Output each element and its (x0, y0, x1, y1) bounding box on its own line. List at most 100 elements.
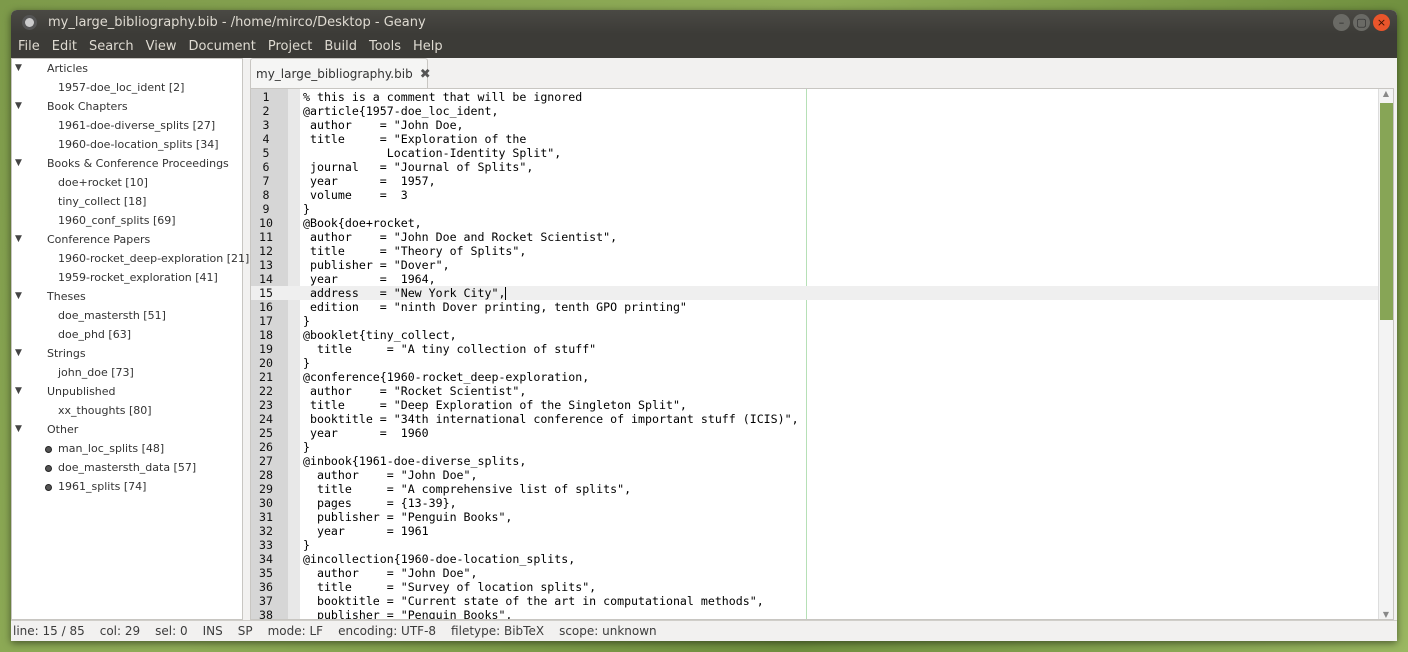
line-text: journal = "Journal of Splits", (303, 160, 534, 174)
code-line[interactable]: 15 address = "New York City", (251, 286, 1379, 300)
sidebar-item[interactable]: doe_mastersth_data [57] (12, 458, 242, 477)
code-line[interactable]: 3 author = "John Doe, (251, 118, 1379, 132)
menu-help[interactable]: Help (407, 39, 449, 54)
line-text: @inbook{1961-doe-diverse_splits, (303, 454, 527, 468)
expander-triangle-icon[interactable]: ▼ (15, 420, 22, 439)
code-line[interactable]: 1 % this is a comment that will be ignore… (251, 90, 1379, 104)
sidebar-item[interactable]: john_doe [73] (12, 363, 242, 382)
sidebar-item[interactable]: man_loc_splits [48] (12, 439, 242, 458)
code-line[interactable]: 31 publisher = "Penguin Books", (251, 510, 1379, 524)
minimize-button[interactable]: – (1333, 13, 1350, 31)
window-menu-icon[interactable] (25, 17, 34, 27)
expander-triangle-icon[interactable]: ▼ (15, 382, 22, 401)
code-line[interactable]: 9} (251, 202, 1379, 216)
menu-view[interactable]: View (140, 39, 183, 54)
menu-tools[interactable]: Tools (363, 39, 407, 54)
sidebar-group[interactable]: ▼ Conference Papers (12, 230, 242, 249)
sidebar-group[interactable]: ▼ Books & Conference Proceedings (12, 154, 242, 173)
scroll-down-icon[interactable]: ▼ (1379, 610, 1393, 619)
tab-my-large-bibliography[interactable]: my_large_bibliography.bib ✖ (250, 58, 431, 89)
close-button[interactable]: × (1373, 13, 1390, 31)
sidebar-group[interactable]: ▼ Unpublished (12, 382, 242, 401)
sidebar-item[interactable]: 1961-doe-diverse_splits [27] (12, 116, 242, 135)
code-line[interactable]: 36 title = "Survey of location splits", (251, 580, 1379, 594)
code-line[interactable]: 6 journal = "Journal of Splits", (251, 160, 1379, 174)
expander-triangle-icon[interactable]: ▼ (15, 154, 22, 173)
code-line[interactable]: 8 volume = 3 (251, 188, 1379, 202)
code-line[interactable]: 37 booktitle = "Current state of the art… (251, 594, 1379, 608)
code-line[interactable]: 26} (251, 440, 1379, 454)
code-line[interactable]: 20} (251, 356, 1379, 370)
code-line[interactable]: 4 title = "Exploration of the (251, 132, 1379, 146)
code-line[interactable]: 24 booktitle = "34th international confe… (251, 412, 1379, 426)
menu-edit[interactable]: Edit (46, 39, 83, 54)
menu-file[interactable]: File (12, 39, 46, 54)
code-line[interactable]: 16 edition = "ninth Dover printing, tent… (251, 300, 1379, 314)
code-line[interactable]: 35 author = "John Doe", (251, 566, 1379, 580)
sidebar-item[interactable]: 1960-doe-location_splits [34] (12, 135, 242, 154)
group-label: Theses (47, 290, 86, 303)
code-line[interactable]: 29 title = "A comprehensive list of spli… (251, 482, 1379, 496)
menu-build[interactable]: Build (318, 39, 363, 54)
tab-close-icon[interactable]: ✖ (420, 67, 431, 82)
code-line[interactable]: 5 Location-Identity Split", (251, 146, 1379, 160)
code-line[interactable]: 28 author = "John Doe", (251, 468, 1379, 482)
expander-triangle-icon[interactable]: ▼ (15, 59, 22, 78)
code-editor[interactable]: 1 % this is a comment that will be ignore… (250, 88, 1394, 620)
sidebar-item[interactable]: 1960-rocket_deep-exploration [21] (12, 249, 249, 268)
line-text: % this is a comment that will be ignored (303, 90, 583, 104)
status-sel: sel: 0 (155, 624, 188, 638)
line-text: author = "Rocket Scientist", (303, 384, 527, 398)
window-title: my_large_bibliography.bib - /home/mirco/… (48, 14, 426, 30)
scrollbar-thumb[interactable] (1380, 103, 1393, 320)
sidebar-item[interactable]: xx_thoughts [80] (12, 401, 242, 420)
code-line[interactable]: 30 pages = {13-39}, (251, 496, 1379, 510)
code-line[interactable]: 10 @Book{doe+rocket, (251, 216, 1379, 230)
sidebar-group[interactable]: ▼ Other (12, 420, 242, 439)
vertical-scrollbar[interactable]: ▲ ▼ (1378, 89, 1393, 619)
sidebar-group[interactable]: ▼ Theses (12, 287, 242, 306)
code-line[interactable]: 25 year = 1960 (251, 426, 1379, 440)
code-line[interactable]: 18 @booklet{tiny_collect, (251, 328, 1379, 342)
code-line[interactable]: 11 author = "John Doe and Rocket Scienti… (251, 230, 1379, 244)
sidebar-group[interactable]: ▼ Book Chapters (12, 97, 242, 116)
sidebar-item[interactable]: doe+rocket [10] (12, 173, 242, 192)
code-line[interactable]: 7 year = 1957, (251, 174, 1379, 188)
sidebar-item[interactable]: tiny_collect [18] (12, 192, 242, 211)
expander-triangle-icon[interactable]: ▼ (15, 230, 22, 249)
code-line[interactable]: 21 @conference{1960-rocket_deep-explorati… (251, 370, 1379, 384)
sidebar-item[interactable]: 1960_conf_splits [69] (12, 211, 242, 230)
code-line[interactable]: 27 @inbook{1961-doe-diverse_splits, (251, 454, 1379, 468)
expander-triangle-icon[interactable]: ▼ (15, 287, 22, 306)
code-line[interactable]: 19 title = "A tiny collection of stuff" (251, 342, 1379, 356)
sidebar-group[interactable]: ▼ Strings (12, 344, 242, 363)
code-line[interactable]: 32 year = 1961 (251, 524, 1379, 538)
status-mode: mode: LF (267, 624, 324, 638)
sidebar-group[interactable]: ▼ Articles (12, 59, 242, 78)
line-text: pages = {13-39}, (303, 496, 457, 510)
sidebar-item[interactable]: 1957-doe_loc_ident [2] (12, 78, 242, 97)
sidebar-item[interactable]: 1959-rocket_exploration [41] (12, 268, 242, 287)
sidebar-item[interactable]: doe_mastersth [51] (12, 306, 242, 325)
code-line[interactable]: 22 author = "Rocket Scientist", (251, 384, 1379, 398)
code-line[interactable]: 12 title = "Theory of Splits", (251, 244, 1379, 258)
code-line[interactable]: 33} (251, 538, 1379, 552)
code-line[interactable]: 23 title = "Deep Exploration of the Sing… (251, 398, 1379, 412)
expander-triangle-icon[interactable]: ▼ (15, 344, 22, 363)
maximize-button[interactable]: ▢ (1353, 13, 1370, 31)
menu-search[interactable]: Search (83, 39, 140, 54)
code-line[interactable]: 34 @incollection{1960-doe-location_splits… (251, 552, 1379, 566)
expander-triangle-icon[interactable]: ▼ (15, 97, 22, 116)
menu-document[interactable]: Document (182, 39, 261, 54)
menu-project[interactable]: Project (262, 39, 318, 54)
code-line[interactable]: 2 @article{1957-doe_loc_ident, (251, 104, 1379, 118)
sidebar-item[interactable]: 1961_splits [74] (12, 477, 242, 496)
line-text: booktitle = "Current state of the art in… (303, 594, 764, 608)
sidebar-item[interactable]: doe_phd [63] (12, 325, 242, 344)
code-lines[interactable]: 1 % this is a comment that will be ignore… (251, 90, 1379, 619)
code-line[interactable]: 17} (251, 314, 1379, 328)
code-line[interactable]: 14 year = 1964, (251, 272, 1379, 286)
code-line[interactable]: 38 publisher = "Penguin Books", (251, 608, 1379, 619)
code-line[interactable]: 13 publisher = "Dover", (251, 258, 1379, 272)
scroll-up-icon[interactable]: ▲ (1379, 89, 1393, 103)
